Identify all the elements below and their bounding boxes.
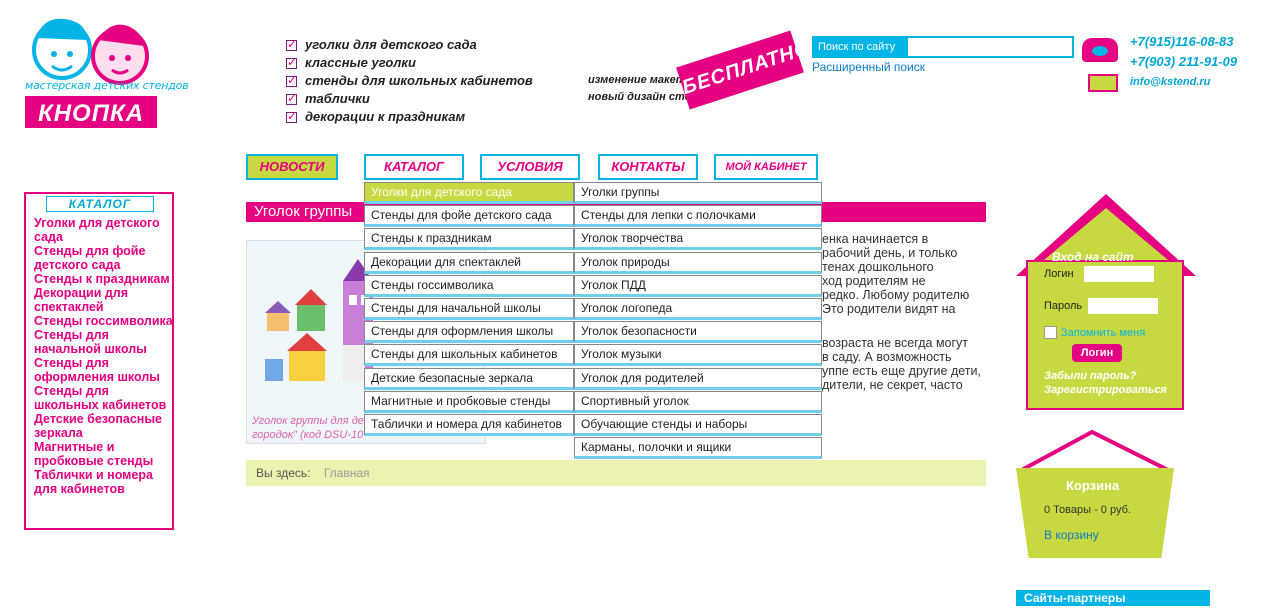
header-link[interactable]: декорации к праздникам <box>286 107 533 126</box>
dropdown-item[interactable]: Уголки для детского сада <box>364 182 574 204</box>
catalog-dropdown: Уголки для детского сада Стенды для фойе… <box>364 182 574 437</box>
search-input[interactable] <box>908 38 1072 56</box>
dropdown-item[interactable]: Декорации для спектаклей <box>364 251 574 274</box>
login-panel: Вход на сайт Логин Пароль Запомнить меня… <box>1014 190 1198 412</box>
phone-1: +7(915)116-08-83 <box>1130 34 1234 49</box>
dropdown-item[interactable]: Детские безопасные зеркала <box>364 367 574 390</box>
kids-faces-icon <box>32 18 149 85</box>
dropdown-item[interactable]: Таблички и номера для кабинетов <box>364 413 574 436</box>
header-link[interactable]: уголки для детского сада <box>286 35 533 54</box>
submenu-item[interactable]: Спортивный уголок <box>574 390 822 413</box>
submenu-item[interactable]: Уголок ПДД <box>574 274 822 297</box>
dropdown-item[interactable]: Стенды госсимволика <box>364 274 574 297</box>
article-text-2: возраста не всегда могут в саду. А возмо… <box>822 336 981 392</box>
article-text: енка начинается в рабочий день, и только… <box>822 232 970 316</box>
sidebar-item[interactable]: Детские безопасные зеркала <box>34 412 174 440</box>
dropdown-item[interactable]: Магнитные и пробковые стенды <box>364 390 574 413</box>
register-link[interactable]: Зарегистрироваться <box>1044 384 1167 396</box>
remember-me[interactable]: Запомнить меня <box>1044 326 1145 339</box>
password-input[interactable] <box>1088 298 1158 314</box>
partners-heading: Сайты-партнеры <box>1016 590 1210 606</box>
submenu-item[interactable]: Обучающие стенды и наборы <box>574 413 822 436</box>
sidebar-item[interactable]: Стенды к праздникам <box>34 272 174 286</box>
sidebar-item[interactable]: Магнитные и пробковые стенды <box>34 440 174 468</box>
tab-terms[interactable]: УСЛОВИЯ <box>480 154 580 180</box>
logo-subtitle: мастерская детских стендов <box>25 79 189 92</box>
login-title: Вход на сайт <box>1052 250 1134 264</box>
mail-icon <box>1088 74 1118 92</box>
phone-icon <box>1082 38 1118 62</box>
catalog-sidebar: КАТАЛОГ Уголки для детского сада Стенды … <box>24 192 174 530</box>
checkmark-icon <box>286 35 297 53</box>
cart-panel: Корзина 0 Товары - 0 руб. В корзину <box>1016 428 1174 558</box>
dropdown-item[interactable]: Стенды для начальной школы <box>364 297 574 320</box>
dropdown-item[interactable]: Стенды к праздникам <box>364 228 574 251</box>
breadcrumb-home[interactable]: Главная <box>324 466 370 480</box>
checkmark-icon <box>286 89 297 107</box>
submenu-item[interactable]: Уголок логопеда <box>574 297 822 320</box>
tab-cabinet[interactable]: МОЙ КАБИНЕТ <box>714 154 818 180</box>
sidebar-title: КАТАЛОГ <box>46 196 154 212</box>
submenu-item[interactable]: Уголок музыки <box>574 344 822 367</box>
checkmark-icon <box>286 107 297 125</box>
search-box: Поиск по сайту <box>812 36 1074 58</box>
submenu-item[interactable]: Стенды для лепки с полочками <box>574 205 822 228</box>
tab-contacts[interactable]: КОНТАКТЫ <box>598 154 698 180</box>
search-label: Поиск по сайту <box>818 41 896 53</box>
submenu-item[interactable]: Уголок безопасности <box>574 321 822 344</box>
submenu-item[interactable]: Уголок творчества <box>574 228 822 251</box>
breadcrumb-label: Вы здесь: <box>256 466 311 480</box>
dropdown-item[interactable]: Стенды для оформления школы <box>364 321 574 344</box>
header-links: уголки для детского сада классные уголки… <box>286 35 533 126</box>
cart-summary: 0 Товары - 0 руб. <box>1044 504 1131 516</box>
sidebar-item[interactable]: Стенды для фойе детского сада <box>34 244 174 272</box>
cart-title: Корзина <box>1066 478 1120 493</box>
sidebar-item[interactable]: Стенды для оформления школы <box>34 356 174 384</box>
image-caption: Уголок группы для де городок" (код DSU-1… <box>252 415 364 441</box>
header-link[interactable]: таблички <box>286 89 533 108</box>
sidebar-item[interactable]: Стенды для начальной школы <box>34 328 174 356</box>
sidebar-item[interactable]: Стенды для школьных кабинетов <box>34 384 174 412</box>
breadcrumb: Вы здесь: Главная <box>246 460 986 486</box>
submenu-item[interactable]: Уголок для родителей <box>574 367 822 390</box>
login-button[interactable]: Логин <box>1072 344 1122 362</box>
checkmark-icon <box>286 53 297 71</box>
logo-name[interactable]: КНОПКА <box>25 96 157 128</box>
sidebar-item[interactable]: Таблички и номера для кабинетов <box>34 468 174 496</box>
advanced-search-link[interactable]: Расширенный поиск <box>812 60 925 74</box>
sidebar-item[interactable]: Уголки для детского сада <box>34 216 174 244</box>
email-link[interactable]: info@kstend.ru <box>1130 76 1210 88</box>
dropdown-item[interactable]: Стенды для фойе детского сада <box>364 205 574 228</box>
cart-link[interactable]: В корзину <box>1044 528 1099 542</box>
login-label: Логин <box>1044 268 1074 280</box>
header-link[interactable]: стенды для школьных кабинетов <box>286 71 533 90</box>
sidebar-item[interactable]: Декорации для спектаклей <box>34 286 174 314</box>
catalog-submenu: Уголки группы Стенды для лепки с полочка… <box>574 182 822 460</box>
tab-news[interactable]: НОВОСТИ <box>246 154 338 180</box>
password-label: Пароль <box>1044 300 1083 312</box>
dropdown-item[interactable]: Стенды для школьных кабинетов <box>364 344 574 367</box>
basket-handle-icon <box>1017 429 1173 474</box>
tab-catalog[interactable]: КАТАЛОГ <box>364 154 464 180</box>
header-link[interactable]: классные уголки <box>286 53 533 72</box>
login-input[interactable] <box>1084 266 1154 282</box>
free-stamp: БЕСПЛАТНО <box>676 30 814 110</box>
submenu-item[interactable]: Уголки группы <box>574 182 822 204</box>
forgot-password-link[interactable]: Забыли пароль? <box>1044 370 1136 382</box>
submenu-item[interactable]: Уголок природы <box>574 251 822 274</box>
phone-2: +7(903) 211-91-09 <box>1130 54 1238 69</box>
remember-checkbox[interactable] <box>1044 326 1057 339</box>
submenu-item[interactable]: Карманы, полочки и ящики <box>574 437 822 460</box>
sidebar-item[interactable]: Стенды госсимволика <box>34 314 174 328</box>
checkmark-icon <box>286 71 297 89</box>
